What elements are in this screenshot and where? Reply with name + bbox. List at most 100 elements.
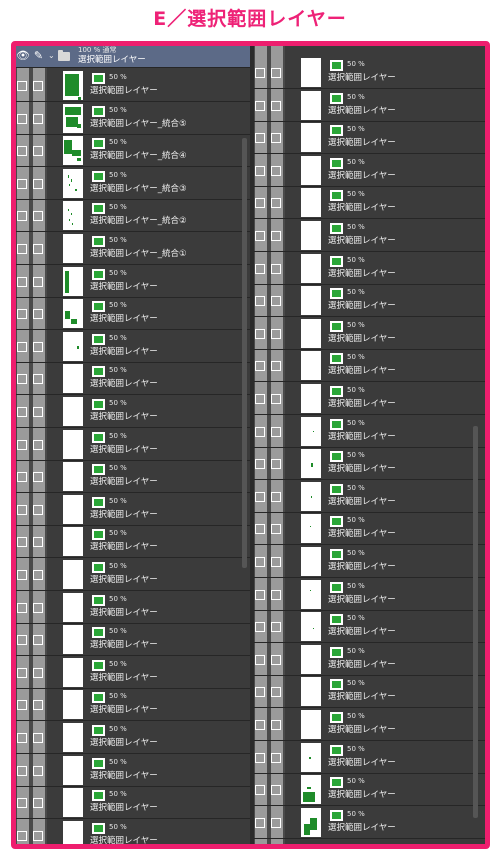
lock-toggle[interactable] bbox=[33, 244, 43, 254]
visibility-toggle[interactable] bbox=[17, 733, 27, 743]
layer-row[interactable]: 50 % 選択範囲レイヤー bbox=[16, 819, 250, 844]
visibility-toggle[interactable] bbox=[255, 785, 265, 796]
lock-toggle[interactable] bbox=[33, 700, 43, 711]
visibility-toggle[interactable] bbox=[17, 81, 27, 91]
visibility-toggle[interactable] bbox=[255, 100, 265, 111]
layer-row[interactable]: 50 % 選択範囲レイヤー bbox=[254, 219, 485, 252]
visibility-toggle[interactable] bbox=[17, 570, 27, 580]
lock-toggle[interactable] bbox=[33, 602, 43, 613]
eye-icon[interactable]: 👁 bbox=[16, 48, 30, 64]
layer-folder-row[interactable]: 👁 ✎ ⌄ 100 % 通常 選択範囲レイヤー bbox=[16, 46, 250, 68]
layer-row[interactable]: 50 % 選択範囲レイヤー bbox=[254, 415, 485, 448]
lock-toggle[interactable] bbox=[33, 341, 43, 352]
lock-toggle[interactable] bbox=[271, 459, 281, 470]
visibility-toggle[interactable] bbox=[255, 328, 265, 339]
visibility-toggle[interactable] bbox=[17, 472, 27, 483]
visibility-toggle[interactable] bbox=[255, 231, 265, 241]
lock-toggle[interactable] bbox=[271, 361, 281, 372]
visibility-toggle[interactable] bbox=[255, 491, 265, 502]
visibility-toggle[interactable] bbox=[17, 667, 27, 678]
lock-toggle[interactable] bbox=[33, 635, 43, 646]
lock-toggle[interactable] bbox=[271, 133, 281, 144]
lock-toggle[interactable] bbox=[271, 589, 281, 600]
layer-row[interactable]: 50 % 選択範囲レイヤー bbox=[254, 317, 485, 350]
layer-row[interactable]: 50 % 選択範囲レイヤー bbox=[254, 480, 485, 513]
lock-toggle[interactable] bbox=[33, 472, 43, 483]
visibility-toggle[interactable] bbox=[17, 244, 27, 254]
lock-toggle[interactable] bbox=[271, 426, 281, 437]
visibility-toggle[interactable] bbox=[255, 198, 265, 209]
layer-row[interactable]: 50 % 選択範囲レイヤー bbox=[254, 675, 485, 709]
visibility-toggle[interactable] bbox=[17, 602, 27, 613]
visibility-toggle[interactable] bbox=[17, 439, 27, 450]
visibility-toggle[interactable] bbox=[255, 622, 265, 633]
layer-row[interactable]: 50 % 選択範囲レイヤー_統合① bbox=[16, 232, 250, 265]
visibility-toggle[interactable] bbox=[255, 720, 265, 730]
lock-toggle[interactable] bbox=[271, 263, 281, 274]
lock-toggle[interactable] bbox=[33, 570, 43, 580]
layer-row[interactable]: 50 % 選択範囲レイヤー bbox=[254, 806, 485, 839]
layer-row[interactable]: 50 % 選択範囲レイヤー bbox=[254, 578, 485, 611]
layer-row[interactable]: 50 % 選択範囲レイヤー bbox=[254, 89, 485, 122]
visibility-toggle[interactable] bbox=[255, 524, 265, 535]
lock-toggle[interactable] bbox=[271, 720, 281, 730]
lock-toggle[interactable] bbox=[271, 687, 281, 698]
layer-row[interactable]: 50 % 選択範囲レイヤー bbox=[16, 362, 250, 396]
visibility-toggle[interactable] bbox=[255, 426, 265, 437]
lock-toggle[interactable] bbox=[33, 798, 43, 809]
lock-toggle[interactable] bbox=[33, 830, 43, 841]
layer-row[interactable]: 50 % 選択範囲レイヤー bbox=[16, 330, 250, 363]
layer-row[interactable]: 50 % 選択範囲レイヤー bbox=[254, 545, 485, 578]
visibility-toggle[interactable] bbox=[255, 752, 265, 763]
visibility-toggle[interactable] bbox=[17, 700, 27, 711]
layer-row[interactable]: 50 % 選択範囲レイヤー bbox=[16, 786, 250, 820]
layer-row[interactable]: 50 % 選択範囲レイヤー_統合⑤ bbox=[16, 102, 250, 135]
chevron-down-icon[interactable]: ⌄ bbox=[48, 50, 55, 62]
layer-row[interactable]: 50 % 選択範囲レイヤー bbox=[254, 643, 485, 676]
lock-toggle[interactable] bbox=[33, 276, 43, 287]
lock-toggle[interactable] bbox=[271, 654, 281, 665]
layer-row[interactable]: 50 % 選択範囲レイヤー bbox=[16, 623, 250, 657]
layer-row[interactable]: 50 % 選択範囲レイヤー bbox=[16, 558, 250, 591]
lock-toggle[interactable] bbox=[271, 524, 281, 535]
visibility-toggle[interactable] bbox=[17, 830, 27, 841]
lock-toggle[interactable] bbox=[33, 81, 43, 91]
layer-row[interactable]: 50 % 選択範囲レイヤー bbox=[254, 349, 485, 383]
scrollbar-right[interactable] bbox=[473, 426, 478, 818]
lock-toggle[interactable] bbox=[33, 309, 43, 320]
lock-toggle[interactable] bbox=[271, 394, 281, 404]
layer-row[interactable]: 50 % 選択範囲レイヤー bbox=[16, 656, 250, 689]
pen-icon[interactable]: ✎ bbox=[32, 48, 45, 64]
visibility-toggle[interactable] bbox=[255, 817, 265, 828]
layer-row[interactable]: 50 % 選択範囲レイヤー bbox=[254, 121, 485, 155]
layer-row[interactable]: 50 % 選択範囲レイヤー bbox=[254, 284, 485, 318]
visibility-toggle[interactable] bbox=[17, 374, 27, 385]
visibility-toggle[interactable] bbox=[17, 765, 27, 776]
layer-row[interactable]: 50 % 選択範囲レイヤー bbox=[16, 460, 250, 494]
visibility-toggle[interactable] bbox=[255, 68, 265, 78]
lock-toggle[interactable] bbox=[271, 817, 281, 828]
visibility-toggle[interactable] bbox=[17, 407, 27, 417]
lock-toggle[interactable] bbox=[271, 622, 281, 633]
lock-toggle[interactable] bbox=[271, 231, 281, 241]
layer-row[interactable]: 50 % 選択範囲レイヤー bbox=[16, 493, 250, 526]
visibility-toggle[interactable] bbox=[255, 165, 265, 176]
layer-row[interactable]: 50 % 選択範囲レイヤー bbox=[16, 591, 250, 624]
lock-toggle[interactable] bbox=[33, 733, 43, 743]
layer-row[interactable]: 50 % 選択範囲レイヤー bbox=[16, 754, 250, 787]
layer-row[interactable]: 50 % 選択範囲レイヤー bbox=[254, 773, 485, 807]
visibility-toggle[interactable] bbox=[17, 146, 27, 157]
lock-toggle[interactable] bbox=[33, 407, 43, 417]
layer-row[interactable]: 50 % 選択範囲レイヤー bbox=[16, 395, 250, 428]
visibility-toggle[interactable] bbox=[255, 654, 265, 665]
lock-toggle[interactable] bbox=[33, 537, 43, 548]
layer-row[interactable]: 50 % 選択範囲レイヤー bbox=[254, 382, 485, 415]
scrollbar-left[interactable] bbox=[242, 138, 247, 568]
visibility-toggle[interactable] bbox=[255, 557, 265, 567]
layer-row[interactable]: 50 % 選択範囲レイヤー bbox=[16, 525, 250, 559]
layer-row[interactable]: 50 % 選択範囲レイヤー bbox=[254, 512, 485, 546]
layer-row[interactable]: 50 % 選択範囲レイヤー bbox=[254, 741, 485, 774]
lock-toggle[interactable] bbox=[271, 100, 281, 111]
visibility-toggle[interactable] bbox=[17, 276, 27, 287]
lock-toggle[interactable] bbox=[33, 504, 43, 515]
